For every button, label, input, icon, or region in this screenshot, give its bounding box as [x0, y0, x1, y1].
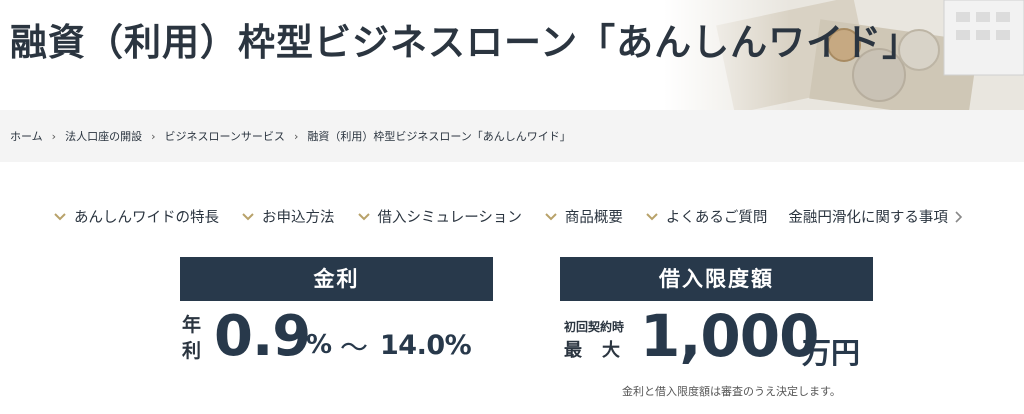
rate-panel-heading: 金利 [180, 257, 493, 301]
breadcrumb-separator: › [293, 129, 299, 143]
rate-panel: 年利 0.9 % ～ 14.0% [180, 304, 500, 378]
page-title: 融資（利用）枠型ビジネスローン「あんしんワイド」 [10, 21, 921, 64]
breadcrumb-home[interactable]: ホーム [10, 128, 43, 144]
rate-label: 年利 [182, 314, 202, 362]
nav-item-label: あんしんワイドの特長 [74, 210, 219, 226]
chevron-down-icon [646, 212, 658, 220]
nav-item-faq[interactable]: よくあるご質問 [644, 206, 768, 227]
chevron-down-icon [242, 212, 254, 220]
limit-unit: 万円 [802, 336, 861, 370]
breadcrumb-current: 融資（利用）枠型ビジネスローン「あんしんワイド」 [307, 130, 571, 143]
nav-item-label: 借入シミュレーション [377, 210, 522, 226]
chevron-right-icon [955, 210, 963, 223]
limit-value: 1,000 [640, 302, 819, 370]
rate-min-value: 0.9 [214, 304, 311, 369]
chevron-down-icon [54, 212, 66, 220]
nav-item-overview[interactable]: 商品概要 [543, 206, 623, 227]
chevron-down-icon [545, 212, 557, 220]
breadcrumb-separator: › [51, 129, 57, 143]
nav-item-label: お申込方法 [262, 210, 335, 226]
breadcrumb-corporate-account[interactable]: 法人口座の開設 [65, 128, 142, 144]
limit-panel: 初回契約時 最大 1,000 万円 [560, 302, 880, 378]
nav-item-application[interactable]: お申込方法 [240, 206, 335, 227]
anchor-nav: あんしんワイドの特長 お申込方法 借入シミュレーション 商品概要 よくあるご質問… [52, 206, 964, 227]
nav-item-label: 商品概要 [564, 210, 623, 226]
rate-min-unit: % [306, 330, 333, 360]
nav-item-simulation[interactable]: 借入シミュレーション [356, 206, 522, 227]
nav-item-financial-facilitation[interactable]: 金融円滑化に関する事項 [788, 206, 964, 227]
limit-label: 最大 [564, 340, 640, 361]
rate-max-value: 14.0% [380, 330, 472, 361]
limit-pre-label: 初回契約時 [564, 320, 625, 334]
rate-range-separator: ～ [340, 331, 369, 364]
breadcrumb: ホーム › 法人口座の開設 › ビジネスローンサービス › 融資（利用）枠型ビジ… [10, 128, 571, 144]
page-header: 融資（利用）枠型ビジネスローン「あんしんワイド」 [0, 0, 1024, 110]
breadcrumb-bar: ホーム › 法人口座の開設 › ビジネスローンサービス › 融資（利用）枠型ビジ… [0, 110, 1024, 162]
chevron-down-icon [357, 212, 370, 220]
nav-item-features[interactable]: あんしんワイドの特長 [52, 206, 219, 227]
breadcrumb-separator: › [151, 129, 156, 143]
breadcrumb-business-loan[interactable]: ビジネスローンサービス [164, 128, 284, 144]
nav-item-label: 金融円滑化に関する事項 [788, 210, 948, 226]
nav-item-label: よくあるご質問 [665, 210, 768, 226]
limit-panel-heading: 借入限度額 [560, 257, 873, 301]
footnote: 金利と借入限度額は審査のうえ決定します。 [622, 385, 841, 398]
